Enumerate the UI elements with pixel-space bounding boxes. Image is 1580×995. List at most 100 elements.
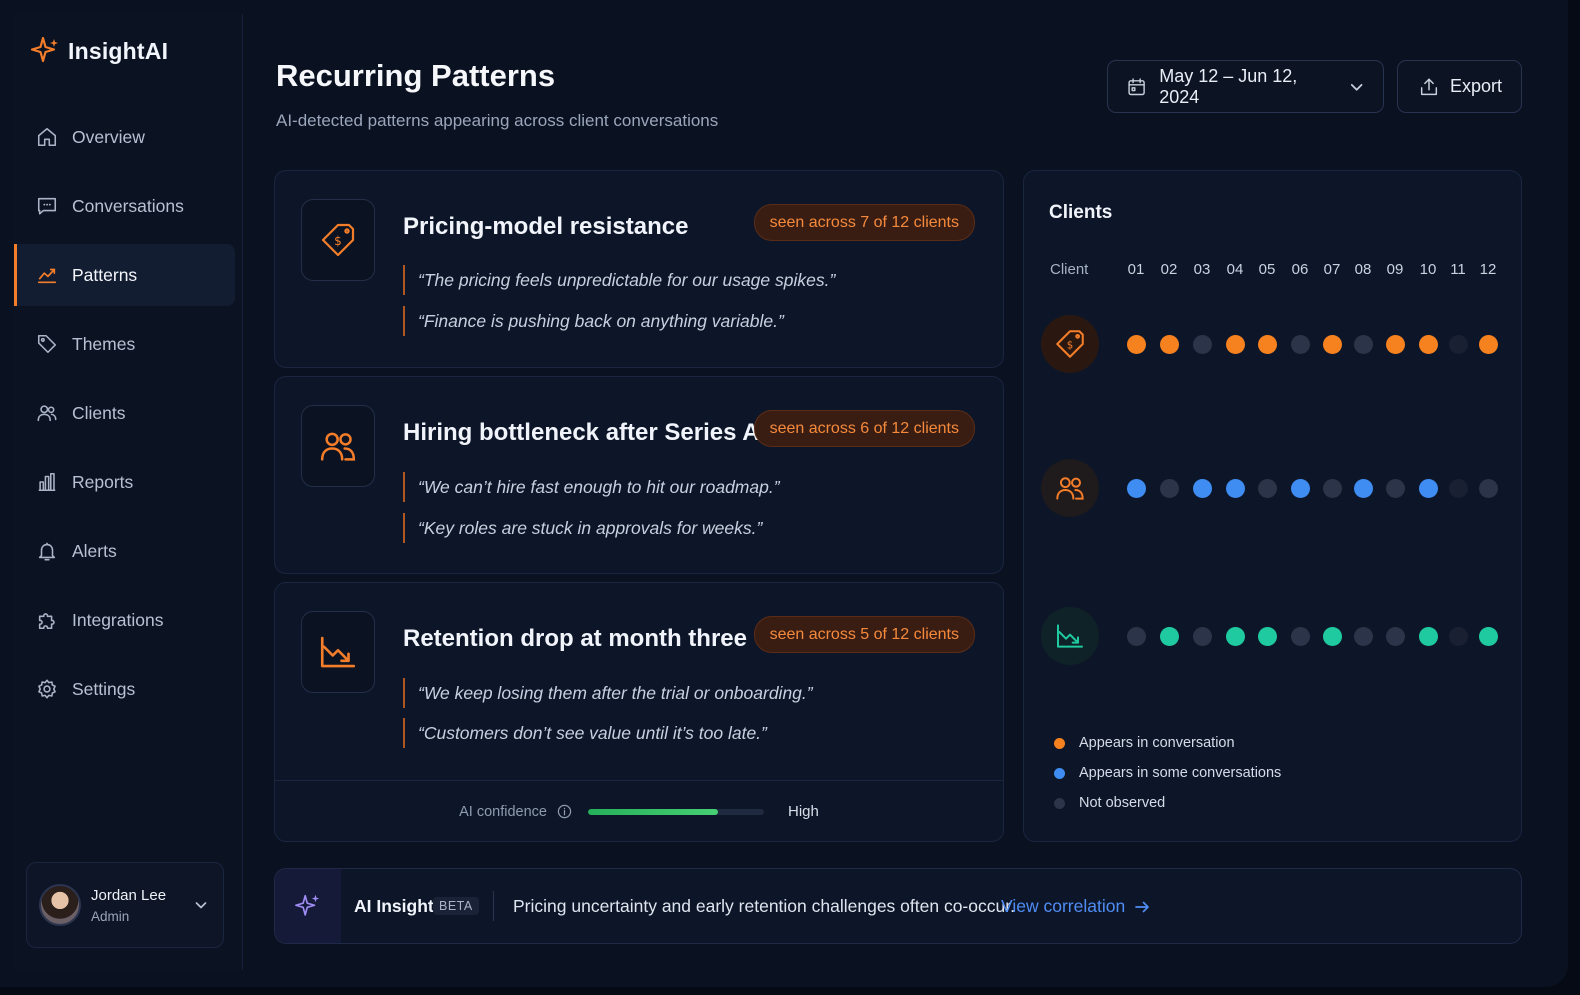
client-dot[interactable] [1322, 334, 1342, 354]
client-dot[interactable] [1192, 334, 1212, 354]
sidebar-item-label: Patterns [72, 264, 138, 285]
client-dot[interactable] [1385, 334, 1405, 354]
client-column-01: 01 [1127, 261, 1145, 278]
client-dot[interactable] [1385, 626, 1405, 646]
gear-icon [38, 679, 56, 699]
client-dot[interactable] [1290, 626, 1310, 646]
sidebar: InsightAI Overview Conversations Pattern… [14, 14, 243, 970]
client-dot[interactable] [1353, 334, 1373, 354]
info-icon[interactable] [557, 804, 572, 819]
export-button[interactable]: Export [1397, 60, 1522, 113]
trend-down-icon [320, 636, 356, 668]
quote: “Finance is pushing back on anything var… [403, 306, 784, 336]
panel-title: Clients [1049, 202, 1113, 223]
sidebar-item-clients[interactable]: Clients [14, 382, 243, 444]
client-dot[interactable] [1418, 626, 1438, 646]
client-dot[interactable] [1225, 478, 1245, 498]
sidebar-item-label: Conversations [72, 195, 184, 216]
legend-item: Appears in conversation [1054, 735, 1235, 751]
quote: “The pricing feels unpredictable for our… [403, 265, 835, 295]
brand-name: InsightAI [68, 37, 169, 64]
sidebar-nav: Overview Conversations Patterns Themes C… [14, 106, 243, 727]
client-column-02: 02 [1160, 261, 1178, 278]
tag-icon [37, 334, 57, 354]
client-dot[interactable] [1478, 478, 1498, 498]
pattern-card[interactable]: $ Pricing-model resistance seen across 7… [274, 170, 1004, 368]
trend-down-icon [1057, 624, 1083, 648]
client-dot[interactable] [1257, 626, 1277, 646]
clients-panel: Clients Client $ Appears in conversation… [1023, 170, 1522, 842]
users-icon [1056, 477, 1084, 500]
client-dot[interactable] [1192, 626, 1212, 646]
client-dot[interactable] [1385, 478, 1405, 498]
client-dot[interactable] [1322, 626, 1342, 646]
client-column-11: 11 [1450, 261, 1466, 278]
client-dot[interactable] [1126, 334, 1146, 354]
client-dot[interactable] [1418, 478, 1438, 498]
brand[interactable]: InsightAI [30, 36, 168, 66]
confidence-bar-fill [588, 808, 719, 815]
sidebar-item-overview[interactable]: Overview [14, 106, 243, 168]
user-name: Jordan Lee [91, 886, 167, 904]
svg-text:$: $ [334, 234, 342, 248]
client-dot[interactable] [1290, 334, 1310, 354]
pattern-card[interactable]: Hiring bottleneck after Series A seen ac… [274, 376, 1004, 574]
client-dot[interactable] [1478, 626, 1498, 646]
pattern-title: Pricing-model resistance [403, 213, 689, 240]
client-column-09: 09 [1386, 261, 1404, 278]
client-dot[interactable] [1353, 626, 1373, 646]
chat-icon [37, 197, 57, 215]
client-dot[interactable] [1448, 334, 1468, 354]
users-icon [37, 405, 57, 422]
pattern-icon-box [301, 405, 375, 487]
client-dot[interactable] [1159, 626, 1179, 646]
client-dot[interactable] [1290, 478, 1310, 498]
date-range-picker[interactable]: May 12 – Jun 12, 2024 [1107, 60, 1384, 113]
sidebar-item-alerts[interactable]: Alerts [14, 520, 243, 582]
client-dot[interactable] [1126, 626, 1146, 646]
sidebar-item-themes[interactable]: Themes [14, 313, 243, 375]
sidebar-item-integrations[interactable]: Integrations [14, 589, 243, 651]
link-label: View correlation [1001, 896, 1126, 916]
chevron-down-icon[interactable] [193, 897, 209, 913]
client-dot[interactable] [1478, 334, 1498, 354]
client-dot[interactable] [1418, 334, 1438, 354]
sidebar-item-settings[interactable]: Settings [14, 658, 243, 720]
sidebar-item-patterns[interactable]: Patterns [14, 244, 235, 306]
sidebar-item-label: Overview [72, 126, 145, 147]
client-dot[interactable] [1192, 478, 1212, 498]
view-correlation-link[interactable]: View correlation [1001, 896, 1151, 917]
client-dot[interactable] [1257, 334, 1277, 354]
client-dot[interactable] [1322, 478, 1342, 498]
client-dot[interactable] [1225, 334, 1245, 354]
quote: “We keep losing them after the trial or … [403, 678, 813, 708]
user-menu[interactable]: Jordan Lee Admin [26, 862, 224, 948]
client-column-12: 12 [1479, 261, 1497, 278]
client-dot[interactable] [1159, 334, 1179, 354]
sparkle-logo-icon [30, 36, 58, 63]
svg-text:$: $ [1067, 340, 1073, 351]
sidebar-item-conversations[interactable]: Conversations [14, 175, 243, 237]
pattern-title: Retention drop at month three [403, 625, 747, 652]
client-dot[interactable] [1448, 626, 1468, 646]
home-icon [37, 127, 57, 147]
sidebar-item-label: Reports [72, 471, 134, 492]
client-dot[interactable] [1159, 478, 1179, 498]
client-dot[interactable] [1257, 478, 1277, 498]
sidebar-item-label: Settings [72, 678, 136, 699]
client-dot[interactable] [1353, 478, 1373, 498]
puzzle-icon [38, 613, 55, 630]
client-dot[interactable] [1225, 626, 1245, 646]
sidebar-item-label: Integrations [72, 609, 164, 630]
client-dot[interactable] [1126, 478, 1146, 498]
legend-label: Not observed [1079, 795, 1166, 811]
quote: “We can’t hire fast enough to hit our ro… [403, 472, 780, 502]
avatar [39, 884, 81, 926]
user-role: Admin [91, 908, 130, 924]
sidebar-item-reports[interactable]: Reports [14, 451, 243, 513]
bell-icon [38, 542, 56, 561]
client-column-06: 06 [1291, 261, 1309, 278]
insight-text: Pricing uncertainty and early retention … [513, 896, 1015, 916]
client-dot[interactable] [1448, 478, 1468, 498]
ai-confidence: AI confidence High [274, 780, 1004, 842]
